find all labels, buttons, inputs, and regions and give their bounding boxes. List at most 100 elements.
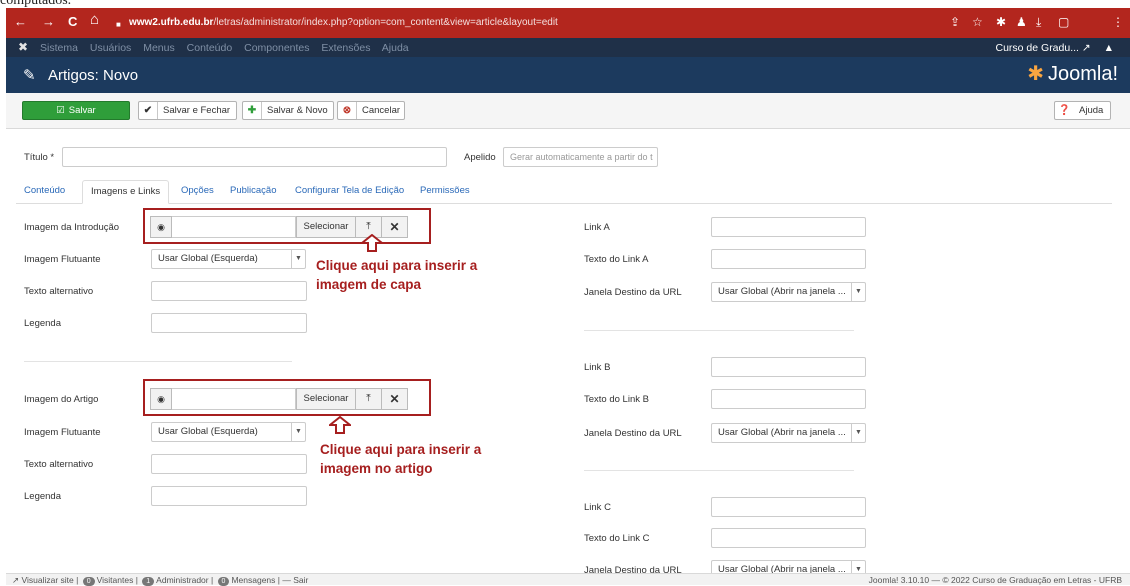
browser-menu-icon[interactable]: ⋮ (1112, 15, 1124, 29)
tab-opcoes[interactable]: Opções (173, 180, 222, 204)
link-c-input[interactable] (711, 497, 866, 517)
page-title: Artigos: Novo (48, 67, 139, 84)
save-close-button[interactable]: ✔ Salvar e Fechar (138, 101, 237, 120)
window-icon[interactable]: ▢ (1058, 15, 1069, 29)
section-divider (24, 361, 292, 362)
callout-cover-line1: Clique aqui para inserir a (316, 258, 478, 273)
link-b-input[interactable] (711, 357, 866, 377)
link-b-text-input[interactable] (711, 389, 866, 409)
edit-tabs: Conteúdo Imagens e Links Opções Publicaç… (16, 180, 1112, 204)
status-bar: ↗ Visualizar site | 0 Visitantes | 1 Admin… (6, 573, 1130, 586)
messages-link[interactable]: Mensagens (231, 575, 275, 585)
download-icon[interactable]: ⤓ (1036, 15, 1041, 29)
highlight-box-article (143, 379, 431, 416)
menu-menus[interactable]: Menus (143, 42, 175, 54)
back-icon[interactable]: ← (14, 15, 27, 29)
tab-imagens-links[interactable]: Imagens e Links (82, 180, 170, 204)
help-button[interactable]: ❓ Ajuda (1054, 101, 1111, 120)
reload-icon[interactable]: C (68, 15, 77, 29)
link-a-text-label: Texto do Link A (584, 254, 649, 265)
menu-sistema[interactable]: Sistema (40, 42, 78, 54)
highlight-box-intro (143, 208, 431, 244)
arrow-up-icon (329, 416, 351, 434)
check-icon: ✔ (139, 102, 158, 119)
chevron-down-icon: ▼ (851, 283, 865, 301)
link-a-input[interactable] (711, 217, 866, 237)
intro-image-label: Imagem da Introdução (24, 222, 120, 233)
link-b-text-label: Texto do Link B (584, 394, 649, 405)
link-c-label: Link C (584, 502, 611, 513)
extension-icon[interactable]: ✱ (996, 15, 1006, 29)
title-input[interactable] (62, 147, 447, 167)
full-float-select[interactable]: Usar Global (Esquerda) ▼ (151, 422, 306, 442)
user-icon[interactable]: ▲ (1104, 42, 1114, 54)
intro-alt-label: Texto alternativo (24, 286, 94, 297)
tab-configurar-tela[interactable]: Configurar Tela de Edição (287, 180, 412, 204)
menu-ajuda[interactable]: Ajuda (382, 42, 409, 54)
arrow-up-icon (361, 234, 383, 252)
menu-componentes[interactable]: Componentes (244, 42, 309, 54)
full-float-label: Imagem Flutuante (24, 427, 101, 438)
save-new-button[interactable]: ✚ Salvar & Novo (242, 101, 334, 120)
menu-conteudo[interactable]: Conteúdo (187, 42, 233, 54)
intro-float-select[interactable]: Usar Global (Esquerda) ▼ (151, 249, 306, 269)
tab-permissoes[interactable]: Permissões (412, 180, 478, 204)
full-caption-input[interactable] (151, 486, 307, 506)
section-divider (584, 470, 854, 471)
menu-usuarios[interactable]: Usuários (90, 42, 131, 54)
admin-link[interactable]: Administrador (156, 575, 208, 585)
menu-extensoes[interactable]: Extensões (321, 42, 370, 54)
link-a-label: Link A (584, 222, 610, 233)
intro-caption-input[interactable] (151, 313, 307, 333)
link-b-target-select[interactable]: Usar Global (Abrir na janela ... ▼ (711, 423, 866, 443)
cancel-button[interactable]: ⊗ Cancelar (337, 101, 405, 120)
alias-label: Apelido (464, 152, 496, 163)
callout-article-line2: imagem no artigo (320, 461, 433, 476)
share-icon[interactable]: ⇪ (950, 15, 960, 29)
callout-cover-line2: imagem de capa (316, 277, 422, 292)
link-b-target-label: Janela Destino da URL (584, 428, 682, 439)
link-c-text-label: Texto do Link C (584, 533, 650, 544)
chevron-down-icon: ▼ (291, 423, 305, 441)
joomla-logo-icon[interactable]: ✖ (18, 40, 28, 54)
browser-toolbar: ← → C ⌂ ■ www2.ufrb.edu.br/letras/admini… (6, 8, 1130, 38)
link-a-target-label: Janela Destino da URL (584, 287, 682, 298)
cancel-icon: ⊗ (338, 102, 357, 119)
home-icon[interactable]: ⌂ (90, 12, 99, 27)
link-a-text-input[interactable] (711, 249, 866, 269)
full-image-label: Imagem do Artigo (24, 394, 99, 405)
pencil-icon: ✎ (23, 67, 36, 84)
section-divider (584, 330, 854, 331)
title-label: Título * (24, 152, 55, 163)
tab-conteudo[interactable]: Conteúdo (16, 180, 73, 204)
forward-icon[interactable]: → (42, 15, 55, 29)
full-alt-label: Texto alternativo (24, 459, 94, 470)
lock-icon: ■ (116, 20, 121, 29)
save-button[interactable]: ☑ Salvar (22, 101, 130, 120)
full-caption-label: Legenda (24, 491, 61, 502)
bookmark-star-icon[interactable]: ☆ (972, 15, 983, 29)
chevron-down-icon: ▼ (291, 250, 305, 268)
link-c-text-input[interactable] (711, 528, 866, 548)
joomla-brand: ✱ Joomla! (1027, 63, 1118, 85)
link-a-target-select[interactable]: Usar Global (Abrir na janela ... ▼ (711, 282, 866, 302)
intro-alt-input[interactable] (151, 281, 307, 301)
link-b-label: Link B (584, 362, 611, 373)
joomla-star-icon: ✱ (1027, 63, 1044, 85)
view-site-link[interactable]: ↗ Visualizar site (12, 575, 74, 585)
document-snippet: computados. (0, 0, 1130, 8)
footer-copyright: Joomla! 3.10.10 — © 2022 Curso de Gradua… (868, 575, 1122, 585)
intro-float-label: Imagem Flutuante (24, 254, 101, 265)
logout-link[interactable]: — Sair (282, 575, 308, 585)
full-alt-input[interactable] (151, 454, 307, 474)
tab-publicacao[interactable]: Publicação (222, 180, 284, 204)
visitors-link[interactable]: Visitantes (97, 575, 134, 585)
save-icon: ☑ (56, 105, 65, 116)
alias-input[interactable]: Gerar automaticamente a partir do t (503, 147, 658, 167)
help-icon: ❓ (1058, 105, 1071, 116)
profile-extension-icon[interactable]: ♟ (1016, 15, 1027, 29)
joomla-admin-menu: ✖ Sistema Usuários Menus Conteúdo Compon… (6, 38, 1130, 57)
plus-icon: ✚ (243, 102, 262, 119)
site-link[interactable]: Curso de Gradu... ↗ (996, 42, 1091, 54)
address-bar[interactable]: www2.ufrb.edu.br/letras/administrator/in… (129, 17, 558, 28)
